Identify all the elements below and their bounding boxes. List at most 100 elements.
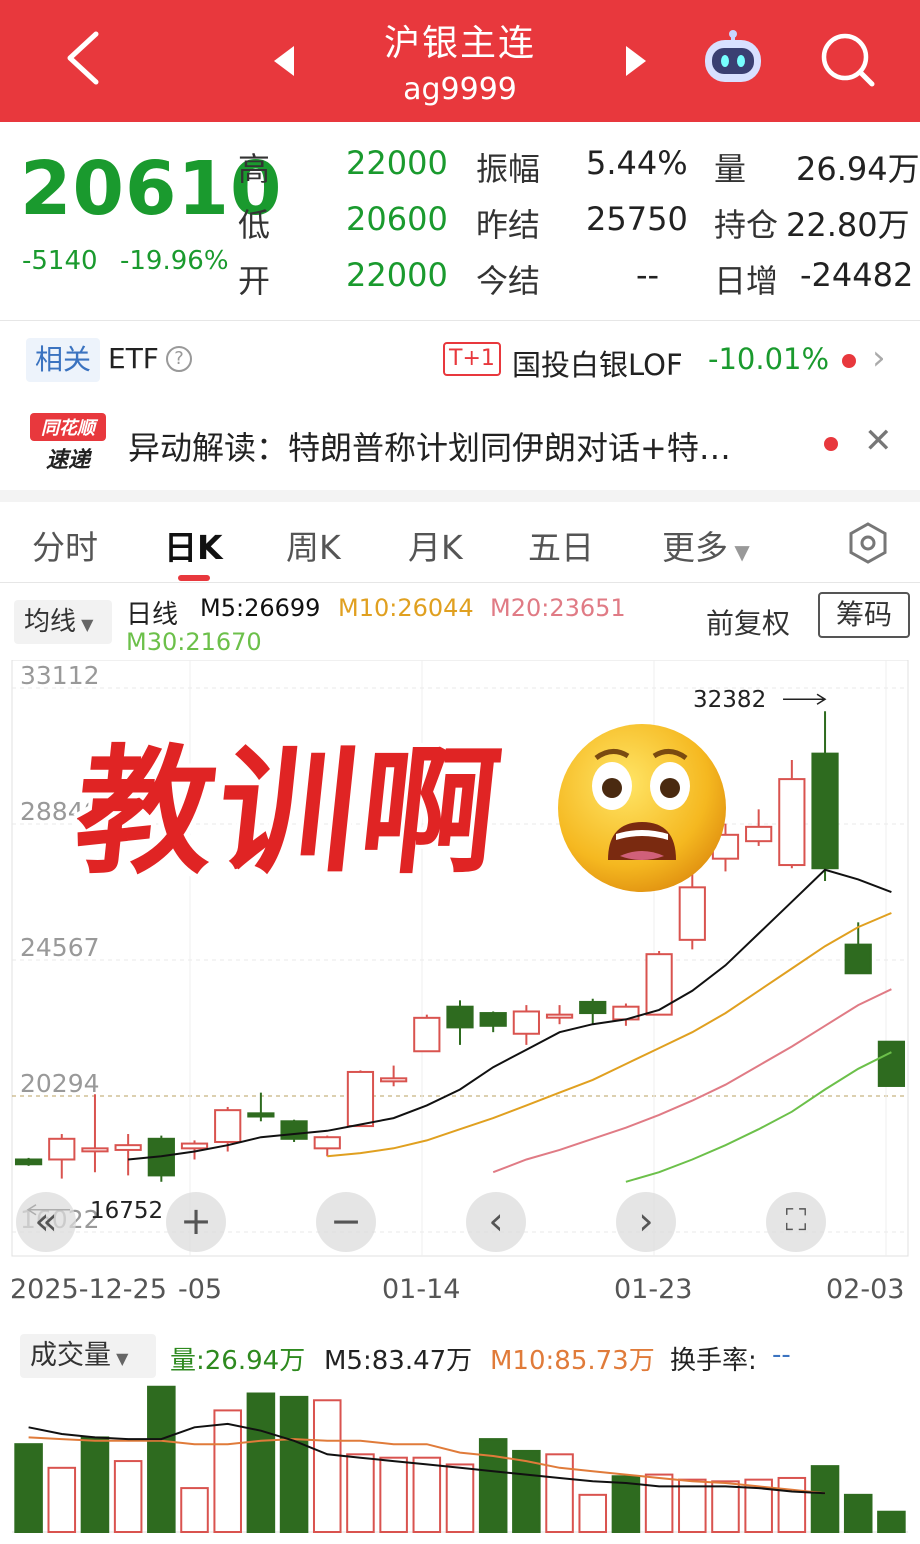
t1-badge: T+1 [443,342,501,376]
label-volume: 量 [714,150,747,188]
caret-down-icon: ▼ [76,615,94,634]
caret-down-icon: ▼ [728,540,750,564]
chevron-right-icon[interactable]: › [872,338,886,378]
tab-more[interactable]: 更多 ▼ [662,521,750,569]
x-axis-labels: 2025-12-25 -05 01-14 01-23 02-03 [0,1270,920,1320]
ma-legend-row: 均线 ▼ 日线 M5:26699 M10:26044 M20:23651 M30… [0,590,920,660]
scroll-right-button[interactable]: › [616,1192,676,1252]
search-icon[interactable] [818,30,878,90]
value-amplitude: 5.44% [586,144,688,182]
caret-down-icon: ▼ [111,1349,129,1368]
ma-selector-label: 均线 [24,607,77,637]
prev-contract-icon[interactable] [272,44,298,78]
tab-weekly-k[interactable]: 周K [286,521,341,569]
value-prev-settle: 25750 [586,200,688,238]
volume-m5: M5:83.47万 [324,1346,473,1376]
ma10-value: M10:26044 [338,594,474,622]
x-label: 2025-12-25 [10,1274,167,1305]
low-marker-label: 16752 [90,1198,163,1224]
scroll-start-button[interactable]: « [16,1192,76,1252]
ma-selector[interactable]: 均线 ▼ [14,600,112,644]
ma30-line [625,1051,892,1183]
candle-up [678,886,706,941]
volume-bar-down [810,1465,840,1533]
ma5-line [128,868,892,1161]
ma30-value: M30:21670 [126,628,262,656]
close-icon[interactable]: ✕ [864,421,893,461]
candle-down [280,1120,308,1140]
tab-intraday[interactable]: 分时 [32,521,98,569]
value-open: 22000 [346,256,448,294]
section-gap [0,490,920,502]
contract-title: 沪银主连 [383,23,536,64]
etf-label: ETF [108,342,159,375]
ai-assistant-icon[interactable] [700,30,766,86]
next-contract-icon[interactable] [622,44,648,78]
tab-daily-k[interactable]: 日K [164,521,223,569]
tab-monthly-k[interactable]: 月K [408,521,463,569]
value-volume: 26.94万 [796,150,920,188]
volume-legend-row: 成交量 ▼ 量:26.94万 M5:83.47万 M10:85.73万 换手率:… [0,1330,920,1380]
zoom-in-button[interactable]: + [166,1192,226,1252]
tab-five-day[interactable]: 五日 [528,521,594,569]
settings-hexagon-icon[interactable] [846,521,890,565]
candle-up [180,1142,209,1150]
volume-bar-up [346,1453,375,1533]
y-tick-label: 20294 [20,1069,100,1098]
volume-chart[interactable] [0,1380,920,1540]
divider [0,320,920,321]
label-low: 低 [238,206,271,244]
volume-bar-up [312,1399,342,1534]
candle-down [811,752,839,870]
help-icon[interactable]: ? [166,346,192,372]
back-arrow-icon[interactable] [58,28,110,88]
x-label: -05 [178,1274,223,1305]
contract-code: ag9999 [403,72,517,107]
volume-indicator-selector[interactable]: 成交量 ▼ [20,1334,156,1378]
volume-bar-down [147,1385,176,1534]
ma5-value: M5:26699 [200,594,321,622]
candle-up [114,1144,142,1151]
ma10-line [327,912,892,1158]
volume-bar-down [14,1443,43,1533]
x-label: 01-23 [614,1274,693,1305]
label-prev-settle: 昨结 [476,206,541,244]
volume-bar-up [113,1460,143,1533]
price-change-pct: -19.96% [120,246,229,276]
label-open: 开 [238,262,271,300]
related-tag: 相关 [26,338,100,382]
related-etf-row[interactable]: 相关 ETF ? T+1 国投白银LOF -10.01% › [0,330,920,392]
y-tick-label: 24567 [20,933,100,962]
news-headline[interactable]: 异动解读：特朗普称计划同伊朗对话+特… [128,423,731,469]
quote-panel: 20610 -5140 -19.96% 高 22000 振幅 5.44% 量 2… [0,122,920,322]
ma20-value: M20:23651 [490,594,626,622]
fullscreen-button[interactable]: ⛶ [766,1192,826,1252]
volume-bar-up [678,1478,707,1534]
scroll-left-button[interactable]: ‹ [466,1192,526,1252]
turnover-label: 换手率: [670,1346,757,1376]
overlay-caption: 教训啊 [68,732,512,893]
volume-value: 量:26.94万 [170,1346,306,1376]
volume-bar-up [379,1456,408,1533]
candle-up [413,1016,441,1053]
news-row[interactable]: 同花顺 速递 异动解读：特朗普称计划同伊朗对话+特… ✕ [0,405,920,485]
y-tick-label: 33112 [20,661,100,690]
candle-up [313,1136,341,1150]
candle-up [214,1109,242,1143]
candle-down [579,1000,607,1015]
volume-bar-down [80,1436,110,1533]
volume-bar-down [478,1438,508,1533]
candle-up [545,1013,574,1019]
period-tabs: 分时 日K 周K 月K 五日 更多 ▼ [0,505,920,581]
value-daily-change: -24482 [800,256,914,294]
logo-bottom-text: 速递 [46,447,93,473]
volume-bar-up [213,1409,242,1533]
adjust-toggle[interactable]: 前复权 [706,602,790,642]
volume-m10: M10:85.73万 [490,1346,655,1376]
logo-top-text: 同花顺 [41,418,99,439]
candle-down [247,1112,275,1118]
chips-button[interactable]: 筹码 [818,592,910,638]
fund-change: -10.01% [708,342,830,376]
turnover-value: -- [772,1340,791,1370]
zoom-out-button[interactable]: − [316,1192,376,1252]
